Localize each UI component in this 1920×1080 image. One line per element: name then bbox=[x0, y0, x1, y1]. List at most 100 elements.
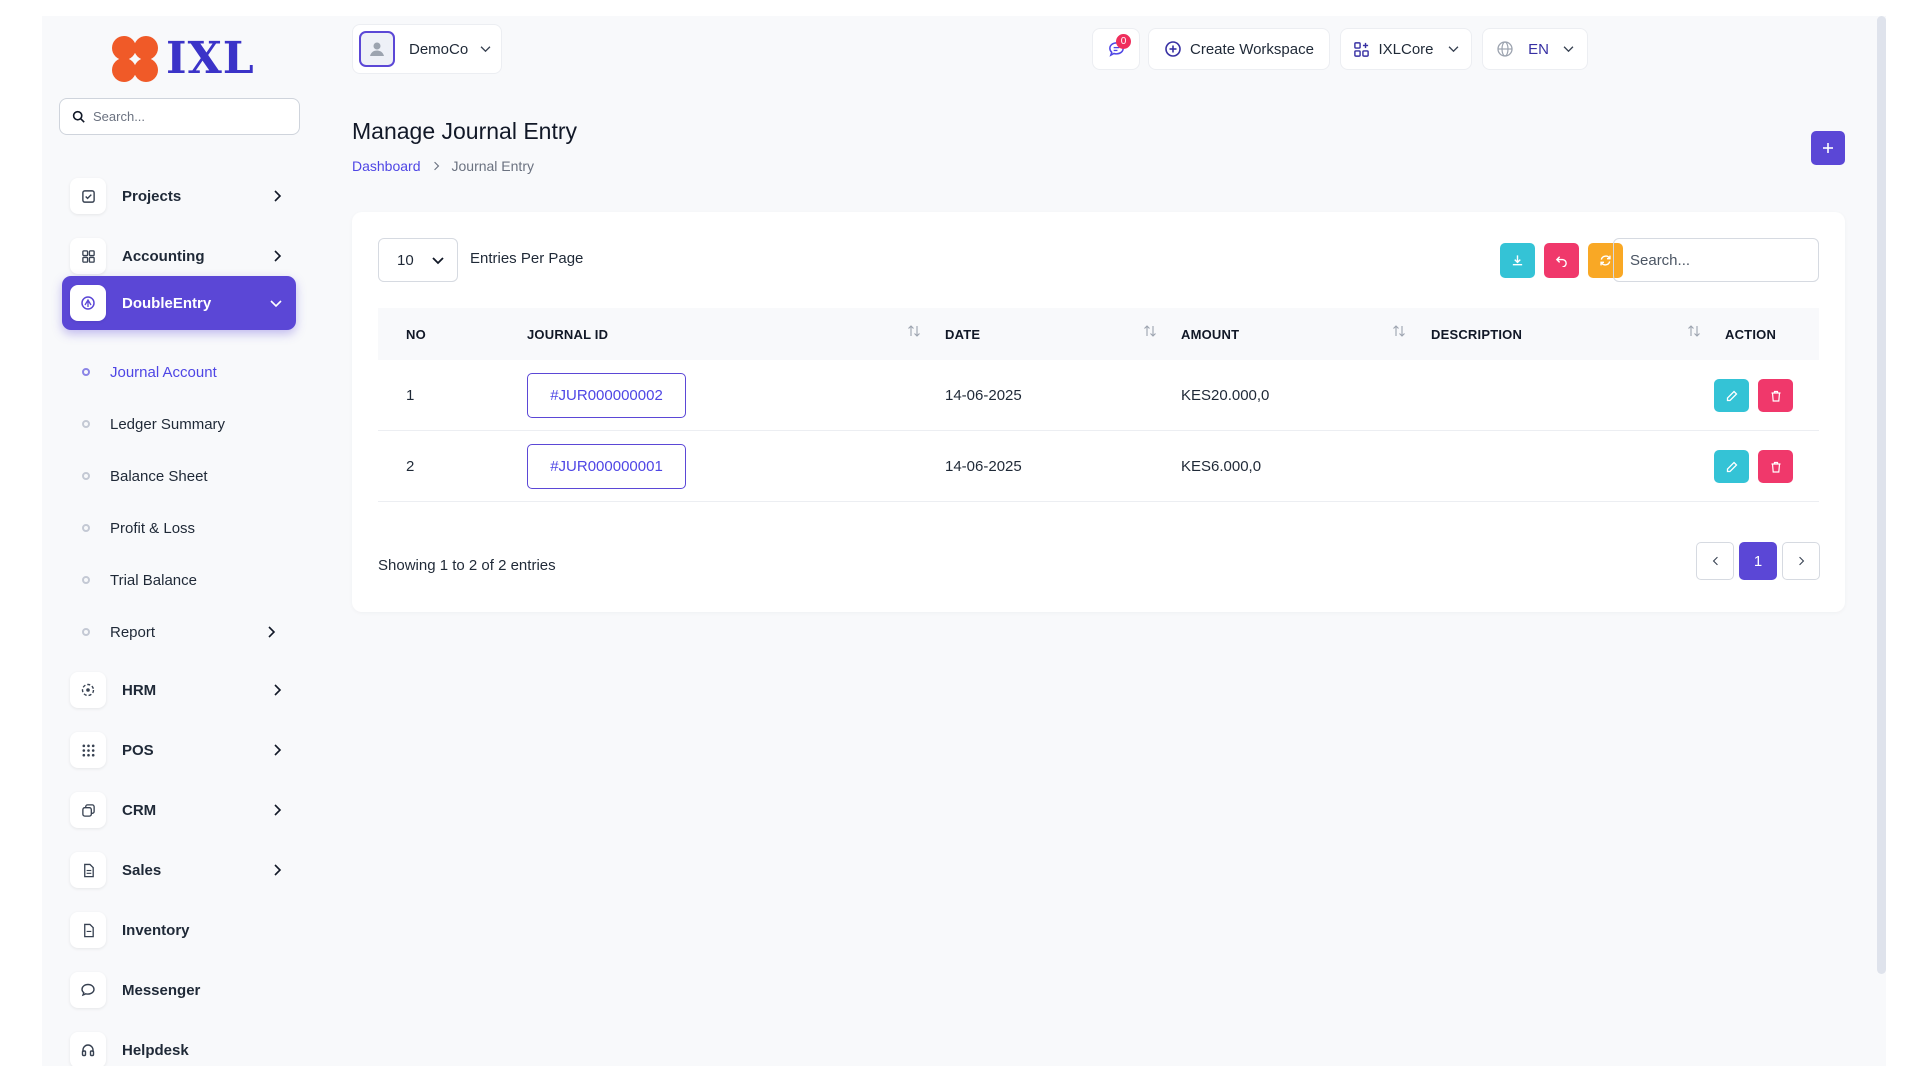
brand-name: IXL bbox=[166, 33, 255, 84]
dots-grid-icon bbox=[70, 732, 106, 768]
column-header-amount[interactable]: AMOUNT bbox=[1181, 308, 1239, 360]
scale-icon bbox=[70, 285, 106, 321]
sort-icon[interactable] bbox=[907, 324, 921, 338]
chevron-down-icon bbox=[270, 299, 282, 308]
scrollbar[interactable] bbox=[1877, 16, 1886, 974]
create-workspace-label: Create Workspace bbox=[1190, 40, 1314, 58]
sidebar-item-pos[interactable]: POS bbox=[62, 726, 296, 774]
table-row: 1 #JUR000000002 14-06-2025 KES20.000,0 bbox=[378, 360, 1819, 431]
workspace-name: DemoCo bbox=[409, 40, 469, 58]
bullet-icon bbox=[82, 628, 90, 636]
submenu-profit-loss[interactable]: Profit & Loss bbox=[78, 513, 298, 543]
chevron-right-icon bbox=[273, 804, 282, 816]
plus-icon bbox=[1822, 142, 1834, 154]
table-header: NO JOURNAL ID DATE AMOUNT DESCRIPTION AC… bbox=[378, 308, 1819, 360]
submenu-label: Profit & Loss bbox=[110, 519, 196, 537]
column-header-journal-id[interactable]: JOURNAL ID bbox=[527, 308, 608, 360]
avatar bbox=[359, 31, 395, 67]
bullet-icon bbox=[82, 420, 90, 428]
sidebar-item-label: Accounting bbox=[122, 247, 205, 265]
logo-mark-icon bbox=[112, 35, 158, 82]
download-icon bbox=[1511, 254, 1524, 267]
create-workspace-button[interactable]: Create Workspace bbox=[1148, 28, 1330, 70]
sidebar-item-accounting[interactable]: Accounting bbox=[62, 232, 296, 280]
language-selector[interactable]: EN bbox=[1482, 28, 1588, 70]
document-icon bbox=[70, 852, 106, 888]
core-menu-label: IXLCore bbox=[1378, 40, 1434, 58]
bullet-icon bbox=[82, 472, 90, 480]
sort-icon[interactable] bbox=[1687, 324, 1701, 338]
journal-id-link[interactable]: #JUR000000002 bbox=[527, 373, 686, 418]
sidebar-item-sales[interactable]: Sales bbox=[62, 846, 296, 894]
submenu-balance-sheet[interactable]: Balance Sheet bbox=[78, 461, 298, 491]
delete-button[interactable] bbox=[1758, 450, 1793, 483]
breadcrumb-current: Journal Entry bbox=[451, 158, 534, 174]
chevron-down-icon bbox=[432, 256, 444, 265]
core-menu-dropdown[interactable]: IXLCore bbox=[1340, 28, 1472, 70]
table-search-input[interactable] bbox=[1630, 251, 1810, 269]
sidebar-item-label: HRM bbox=[122, 681, 157, 699]
entries-per-page-select[interactable]: 10 bbox=[378, 238, 458, 282]
breadcrumb: Dashboard Journal Entry bbox=[352, 158, 534, 174]
chevron-right-icon bbox=[273, 864, 282, 876]
submenu-ledger-summary[interactable]: Ledger Summary bbox=[78, 409, 298, 439]
add-journal-entry-button[interactable] bbox=[1811, 131, 1845, 165]
bullet-icon bbox=[82, 368, 90, 376]
sidebar-item-label: Helpdesk bbox=[122, 1041, 189, 1059]
trash-icon bbox=[1770, 390, 1782, 402]
submenu-journal-account[interactable]: Journal Account bbox=[78, 357, 298, 387]
breadcrumb-dashboard[interactable]: Dashboard bbox=[352, 158, 421, 174]
sidebar-item-projects[interactable]: Projects bbox=[62, 172, 296, 220]
undo-button[interactable] bbox=[1544, 243, 1579, 278]
submenu-report[interactable]: Report bbox=[78, 617, 298, 647]
edit-button[interactable] bbox=[1714, 379, 1749, 412]
cell-amount: KES6.000,0 bbox=[1181, 457, 1262, 475]
sidebar-item-hrm[interactable]: HRM bbox=[62, 666, 296, 714]
brand-logo[interactable]: IXL bbox=[112, 33, 255, 84]
cell-no: 2 bbox=[406, 457, 415, 475]
cell-amount: KES20.000,0 bbox=[1181, 386, 1270, 404]
pencil-icon bbox=[1726, 390, 1738, 402]
sidebar-item-label: Messenger bbox=[122, 981, 201, 999]
sort-icon[interactable] bbox=[1392, 324, 1406, 338]
table-search[interactable] bbox=[1613, 238, 1819, 282]
sidebar-item-label: Inventory bbox=[122, 921, 190, 939]
sidebar-item-doubleentry[interactable]: DoubleEntry bbox=[62, 276, 296, 330]
app-frame: IXL Projects Accounting bbox=[42, 16, 1886, 1066]
journal-id-link[interactable]: #JUR000000001 bbox=[527, 444, 686, 489]
sidebar-item-label: CRM bbox=[122, 801, 157, 819]
pagination-prev[interactable] bbox=[1696, 542, 1734, 580]
undo-icon bbox=[1555, 254, 1568, 267]
sidebar-item-label: Projects bbox=[122, 187, 182, 205]
language-label: EN bbox=[1528, 40, 1549, 58]
sidebar-search[interactable] bbox=[59, 98, 300, 135]
sidebar-item-inventory[interactable]: Inventory bbox=[62, 906, 296, 954]
sidebar-item-helpdesk[interactable]: Helpdesk bbox=[62, 1026, 296, 1066]
grid-icon bbox=[70, 238, 106, 274]
trash-icon bbox=[1770, 461, 1782, 473]
pencil-icon bbox=[1726, 461, 1738, 473]
workspace-selector[interactable]: DemoCo bbox=[352, 24, 502, 74]
chevron-down-icon bbox=[1448, 45, 1459, 53]
pagination-next[interactable] bbox=[1782, 542, 1820, 580]
submenu-trial-balance[interactable]: Trial Balance bbox=[78, 565, 298, 595]
chevron-down-icon bbox=[480, 45, 491, 53]
sidebar-item-label: Sales bbox=[122, 861, 162, 879]
sidebar-item-label: POS bbox=[122, 741, 154, 759]
edit-button[interactable] bbox=[1714, 450, 1749, 483]
column-header-date[interactable]: DATE bbox=[945, 308, 980, 360]
sidebar-item-messenger[interactable]: Messenger bbox=[62, 966, 296, 1014]
chevron-right-icon bbox=[273, 250, 282, 262]
sidebar-item-crm[interactable]: CRM bbox=[62, 786, 296, 834]
bullet-icon bbox=[82, 524, 90, 532]
file-icon bbox=[70, 912, 106, 948]
export-button[interactable] bbox=[1500, 243, 1535, 278]
pagination-page[interactable]: 1 bbox=[1739, 542, 1777, 580]
notifications-button[interactable]: 0 bbox=[1092, 28, 1140, 70]
users-circle-icon bbox=[70, 672, 106, 708]
column-header-description[interactable]: DESCRIPTION bbox=[1431, 308, 1522, 360]
sidebar-search-input[interactable] bbox=[93, 109, 273, 124]
delete-button[interactable] bbox=[1758, 379, 1793, 412]
chevron-right-icon bbox=[1798, 556, 1805, 566]
sort-icon[interactable] bbox=[1143, 324, 1157, 338]
